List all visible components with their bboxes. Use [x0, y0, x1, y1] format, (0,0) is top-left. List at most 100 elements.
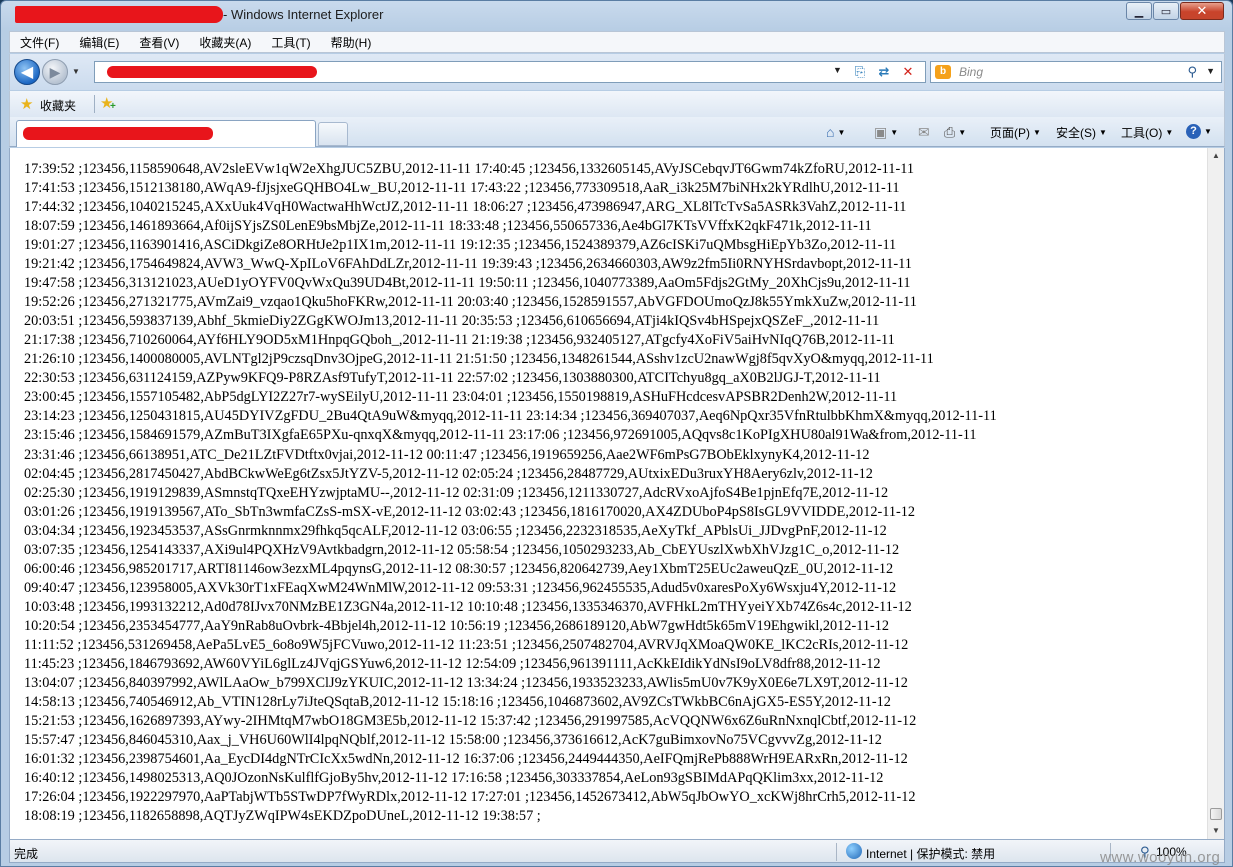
- menu-edit[interactable]: 编辑(E): [69, 34, 129, 51]
- content-line: 17:44:32 ;123456,1040215245,AXxUuk4VqH0W…: [24, 199, 907, 216]
- close-button[interactable]: ✕: [1180, 2, 1224, 20]
- search-input[interactable]: Bing: [959, 65, 983, 79]
- page-menu-button[interactable]: 页面(P) ▼: [990, 124, 1041, 141]
- help-button[interactable]: ? ▼: [1186, 124, 1212, 139]
- print-button[interactable]: ⎙ ▼: [944, 124, 966, 141]
- window-controls: ▁ ▭ ✕: [1125, 2, 1224, 20]
- content-line: 10:03:48 ;123456,1993132212,Ad0d78IJvx70…: [24, 598, 912, 615]
- recent-pages-dropdown-icon[interactable]: ▼: [72, 67, 80, 76]
- favorites-divider: [94, 95, 95, 113]
- content-line: 17:39:52 ;123456,1158590648,AV2sleEVw1qW…: [24, 161, 914, 178]
- favorites-button[interactable]: 收藏夹: [40, 97, 76, 114]
- content-line: 18:07:59 ;123456,1461893664,Af0ijSYjsZS0…: [24, 218, 872, 235]
- content-line: 19:21:42 ;123456,1754649824,AVW3_WwQ-XpI…: [24, 256, 912, 273]
- content-line-partial: [24, 148, 997, 160]
- vertical-scrollbar[interactable]: ▲ ▼: [1207, 148, 1224, 839]
- redacted-url: [107, 66, 317, 78]
- title-bar: - Windows Internet Explorer ▁ ▭ ✕: [1, 1, 1232, 29]
- content-line: 14:58:13 ;123456,740546912,Ab_VTIN128rLy…: [24, 693, 891, 710]
- content-line: 06:00:46 ;123456,985201717,ARTI81146ow3e…: [24, 560, 894, 577]
- menu-favorites[interactable]: 收藏夹(A): [189, 34, 261, 51]
- status-bar: 完成 Internet | 保护模式: 禁用 ⚲ 100%: [9, 839, 1225, 863]
- menu-file[interactable]: 文件(F): [10, 34, 69, 51]
- chevron-down-icon: ▼: [890, 128, 899, 137]
- content-line: 09:40:47 ;123456,123958005,AXVk30rT1xFEa…: [24, 579, 897, 596]
- scrollbar-thumb[interactable]: [1210, 808, 1222, 820]
- content-line: 19:01:27 ;123456,1163901416,ASCiDkgiZe8O…: [24, 237, 897, 254]
- chevron-down-icon: ▼: [958, 128, 967, 137]
- status-divider: [836, 843, 837, 861]
- refresh-icon[interactable]: ⇄: [875, 64, 893, 80]
- tools-menu-label: 工具(O): [1121, 126, 1163, 140]
- compatibility-view-icon[interactable]: ⎘: [851, 64, 869, 80]
- content-line: 02:04:45 ;123456,2817450427,AbdBCkwWeEg6…: [24, 465, 873, 482]
- rss-feed-icon: ▣: [874, 124, 888, 140]
- content-line: 23:31:46 ;123456,66138951,ATC_De21LZtFVD…: [24, 446, 870, 463]
- content-line: 16:01:32 ;123456,2398754601,Aa_EycDI4dgN…: [24, 751, 908, 767]
- address-dropdown-icon[interactable]: ▼: [833, 65, 842, 75]
- tools-menu-button[interactable]: 工具(O) ▼: [1121, 124, 1173, 141]
- add-plus-icon: +: [110, 101, 116, 112]
- read-mail-button[interactable]: ✉: [918, 124, 930, 141]
- chevron-down-icon: ▼: [1204, 127, 1212, 136]
- content-line: 11:11:52 ;123456,531269458,AePa5LvE5_6o8…: [24, 636, 909, 653]
- content-line: 17:26:04 ;123456,1922297970,AaPTabjWTb5S…: [24, 789, 916, 806]
- content-line: 20:03:51 ;123456,593837139,Abhf_5kmieDiy…: [24, 313, 880, 330]
- page-content: 17:39:52 ;123456,1158590648,AV2sleEVw1qW…: [9, 148, 1225, 839]
- home-icon: ⌂: [826, 124, 835, 140]
- window-title: - Windows Internet Explorer: [223, 7, 384, 22]
- content-line: 15:57:47 ;123456,846045310,Aax_j_VH6U60W…: [24, 731, 882, 748]
- home-button[interactable]: ⌂ ▼: [826, 124, 845, 140]
- page-menu-label: 页面(P): [990, 126, 1030, 140]
- content-line: 19:52:26 ;123456,271321775,AVmZai9_vzqao…: [24, 294, 917, 311]
- search-icon[interactable]: ⚲: [1187, 64, 1197, 80]
- chevron-down-icon: ▼: [1033, 128, 1041, 137]
- menu-bar: 文件(F) 编辑(E) 查看(V) 收藏夹(A) 工具(T) 帮助(H): [9, 31, 1225, 53]
- safety-menu-button[interactable]: 安全(S) ▼: [1056, 124, 1107, 141]
- forward-arrow-icon[interactable]: ▶: [42, 59, 68, 85]
- new-tab-button[interactable]: [318, 122, 348, 146]
- content-line: 02:25:30 ;123456,1919129839,ASmnstqTQxeE…: [24, 484, 889, 501]
- chevron-down-icon: ▼: [1099, 128, 1107, 137]
- content-line: 23:00:45 ;123456,1557105482,AbP5dgLYI2Z2…: [24, 389, 898, 406]
- minimize-button[interactable]: ▁: [1126, 2, 1152, 20]
- search-box[interactable]: b Bing ⚲ ▼: [930, 61, 1222, 83]
- chevron-down-icon: ▼: [837, 127, 846, 137]
- content-line: 21:26:10 ;123456,1400080005,AVLNTgl2jP9c…: [24, 351, 934, 368]
- bing-logo-icon: b: [935, 65, 951, 79]
- content-line: 22:30:53 ;123456,631124159,AZPyw9KFQ9-P8…: [24, 370, 881, 387]
- content-line: 23:15:46 ;123456,1584691579,AZmBuT3IXgfa…: [24, 427, 977, 444]
- content-line: 17:41:53 ;123456,1512138180,AWqA9-fJjsjx…: [24, 180, 900, 197]
- scroll-down-icon[interactable]: ▼: [1208, 823, 1224, 839]
- navigation-bar: ◀ ▶ ▼ ▼ ⎘ ⇄ ✕ b Bing ⚲ ▼: [9, 54, 1225, 90]
- stop-icon[interactable]: ✕: [899, 64, 917, 80]
- tab-command-bar: ⌂ ▼ ▣ ▼ ✉ ⎙ ▼ 页面(P) ▼ 安全(S) ▼ 工具(O) ▼ ? ▼: [9, 117, 1225, 147]
- redacted-title: [15, 6, 223, 23]
- content-line: 10:20:54 ;123456,2353454777,AaY9nRab8uOv…: [24, 617, 890, 634]
- status-text: 完成: [14, 847, 39, 861]
- menu-help[interactable]: 帮助(H): [321, 34, 382, 51]
- menu-tools[interactable]: 工具(T): [261, 34, 320, 51]
- maximize-button[interactable]: ▭: [1153, 2, 1179, 20]
- security-zone[interactable]: Internet | 保护模式: 禁用: [866, 845, 995, 862]
- print-icon: ⎙: [944, 124, 956, 140]
- menu-view[interactable]: 查看(V): [129, 34, 189, 51]
- content-line: 03:04:34 ;123456,1923453537,ASsGnrmknnmx…: [24, 522, 887, 539]
- internet-zone-icon: [846, 843, 862, 859]
- back-arrow-icon[interactable]: ◀: [14, 59, 40, 85]
- content-line: 15:21:53 ;123456,1626897393,AYwy-2IHMtqM…: [24, 712, 917, 729]
- search-options-dropdown-icon[interactable]: ▼: [1206, 66, 1215, 76]
- scroll-up-icon[interactable]: ▲: [1208, 148, 1224, 164]
- feeds-button[interactable]: ▣ ▼: [874, 124, 898, 141]
- content-line: 03:07:35 ;123456,1254143337,AXi9ul4PQXHz…: [24, 541, 900, 558]
- ie-window: - Windows Internet Explorer ▁ ▭ ✕ 文件(F) …: [0, 0, 1233, 867]
- favorites-bar: ★ 收藏夹 ★ +: [9, 91, 1225, 117]
- watermark: www.wooyun.org: [1100, 849, 1221, 866]
- redacted-tab-title: [23, 127, 213, 140]
- content-line: 18:08:19 ;123456,1182658898,AQTJyZWqIPW4…: [24, 808, 541, 825]
- favorites-star-icon[interactable]: ★: [20, 95, 33, 113]
- safety-menu-label: 安全(S): [1056, 126, 1096, 140]
- address-bar[interactable]: ▼ ⎘ ⇄ ✕: [94, 61, 926, 83]
- content-line: 13:04:07 ;123456,840397992,AWlLAaOw_b799…: [24, 674, 908, 691]
- tab-current[interactable]: [16, 120, 316, 147]
